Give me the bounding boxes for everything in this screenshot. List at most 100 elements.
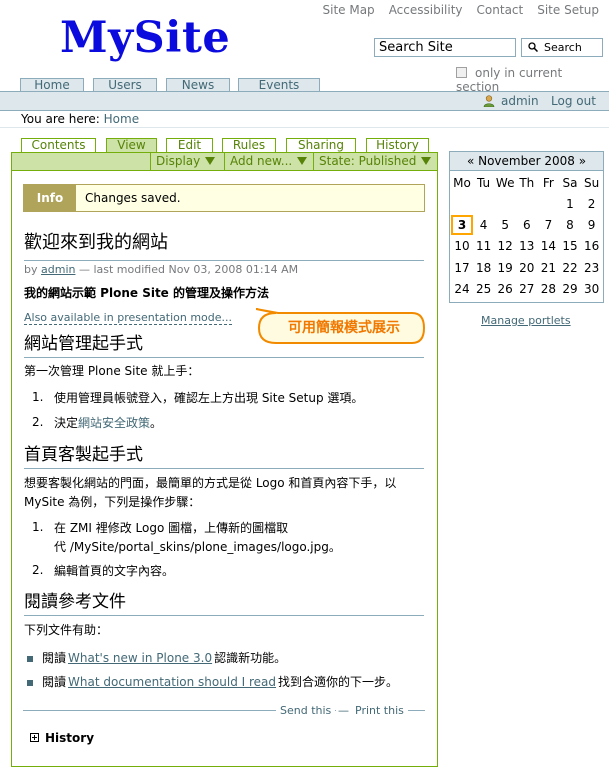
history-label: History [45, 731, 95, 745]
calendar-day: 29 [562, 281, 578, 296]
whats-new-link[interactable]: What's new in Plone 3.0 [68, 651, 212, 665]
search-button[interactable]: Search [521, 38, 603, 57]
print-this-link[interactable]: Print this [351, 704, 408, 717]
only-current-checkbox[interactable] [456, 67, 467, 78]
calendar-day: 27 [519, 281, 535, 296]
calendar-day: 28 [540, 281, 557, 296]
section-intro: 第一次管理 Plone Site 就上手： [24, 364, 200, 378]
search-icon [528, 42, 538, 52]
calendar-day: 22 [562, 260, 578, 275]
display-menu[interactable]: Display [150, 152, 216, 171]
section-heading: 網站管理起手式 [24, 333, 424, 358]
calendar-day: 16 [583, 239, 600, 254]
dropdown-arrow-icon [205, 157, 216, 165]
calendar-day-name: Sa [562, 176, 578, 190]
send-this-link[interactable]: Send this [276, 704, 336, 717]
byline-author-link[interactable]: admin [41, 263, 75, 276]
search-input[interactable]: Search Site [374, 38, 516, 57]
site-action-site-setup[interactable]: Site Setup [537, 3, 599, 17]
calendar-day: 26 [497, 281, 513, 296]
section-intro: 下列文件有助： [24, 623, 109, 637]
calendar-header[interactable]: « November 2008 » [450, 152, 603, 171]
list-item-suffix: 認識新功能。 [214, 651, 287, 665]
calendar-day-name: We [495, 176, 515, 190]
breadcrumb: You are here: Home [21, 112, 139, 126]
list-item-prefix: 閱讀 [42, 675, 67, 689]
tab-home[interactable]: Home [20, 78, 84, 92]
add-new-menu-label: Add new... [230, 154, 293, 168]
tab-view[interactable]: View [106, 138, 157, 152]
calendar-day: 8 [566, 218, 574, 233]
list-item-suffix: 找到合適你的下一步。 [278, 675, 399, 689]
calendar-day-name: Th [519, 176, 535, 190]
personal-bar: admin Log out [0, 92, 609, 111]
list-item: 在 ZMI 裡修改 Logo 圖檔，上傳新的圖檔取 [54, 521, 289, 535]
state-menu-label: State: Published [319, 154, 417, 168]
calendar-day: 12 [497, 239, 513, 254]
calendar-day: 5 [501, 218, 509, 233]
state-menu[interactable]: State: Published [313, 152, 432, 171]
calendar-day: 18 [475, 260, 492, 275]
page-title: 歡迎來到我的網站 [24, 230, 424, 261]
site-action-site-map[interactable]: Site Map [323, 3, 375, 17]
calendar-day: 25 [475, 281, 492, 296]
history-toggle[interactable]: History [30, 731, 94, 745]
tab-news[interactable]: News [166, 78, 230, 92]
expand-icon [30, 733, 39, 742]
bullet-icon [27, 680, 33, 686]
user-icon [483, 95, 495, 107]
section-heading: 首頁客製起手式 [24, 444, 424, 469]
calendar-day-name: Mo [453, 176, 471, 190]
user-link[interactable]: admin [501, 94, 539, 108]
list-number: 1. [32, 520, 44, 534]
only-current-label: only in current section [456, 66, 563, 94]
status-message: Info Changes saved. [23, 184, 425, 212]
calendar-day-name: Tu [477, 176, 491, 190]
document-description: 我的網站示範 Plone Site 的管理及操作方法 [24, 286, 269, 300]
tab-edit[interactable]: Edit [166, 138, 213, 152]
documentation-link[interactable]: What documentation should I read [68, 675, 276, 689]
security-policy-link[interactable]: 網站安全政策 [78, 416, 150, 430]
tab-history[interactable]: History [366, 138, 429, 152]
site-logo[interactable]: MySite [60, 10, 230, 66]
calendar-day-name: Su [583, 176, 600, 190]
calendar-day: 10 [454, 239, 470, 254]
calendar-day: 11 [475, 239, 492, 254]
section-heading: 閱讀參考文件 [24, 591, 424, 616]
display-menu-label: Display [156, 154, 201, 168]
list-number: 2. [32, 563, 44, 577]
tab-contents[interactable]: Contents [21, 138, 96, 152]
manage-portlets-link[interactable]: Manage portlets [481, 314, 571, 327]
calendar-day: 23 [583, 260, 600, 275]
calendar-day: 9 [587, 218, 596, 233]
dash-separator: — [336, 704, 351, 717]
site-action-accessibility[interactable]: Accessibility [389, 3, 463, 17]
list-number: 2. [32, 415, 44, 429]
tab-users[interactable]: Users [93, 78, 157, 92]
calendar-day: 19 [497, 260, 513, 275]
tab-sharing[interactable]: Sharing [286, 138, 356, 152]
calendar-day: 14 [540, 239, 557, 254]
calendar-portlet: « November 2008 » Mo Tu We Th Fr Sa Su 1 2 3 4 5 6 7 8… [449, 151, 604, 303]
list-item: 閱讀 What documentation should I read 找到合適你的… [42, 674, 398, 691]
calendar-day: 20 [519, 260, 535, 275]
list-item-prefix: 決定 [54, 416, 79, 430]
list-item: 代 /MySite/portal_skins/plone_images/logo… [54, 540, 341, 554]
tab-rules[interactable]: Rules [222, 138, 276, 152]
document-actions: Send this — Print this [23, 704, 425, 717]
add-new-menu[interactable]: Add new... [224, 152, 308, 171]
section-intro: MySite 為例，下列是操作步驟： [24, 495, 201, 509]
presentation-mode-link[interactable]: Also available in presentation mode... [24, 311, 233, 325]
calendar-day: 13 [519, 239, 535, 254]
calendar-day: 2 [587, 197, 596, 211]
list-item: 編輯首頁的文字內容。 [54, 564, 175, 578]
calendar-day-name: Fr [542, 176, 554, 190]
calendar-day: 24 [454, 281, 470, 296]
document-byline: by admin — last modified Nov 03, 2008 01… [24, 263, 298, 276]
only-current-section[interactable]: only in current section [456, 66, 609, 94]
breadcrumb-home[interactable]: Home [104, 112, 139, 126]
site-action-contact[interactable]: Contact [477, 3, 524, 17]
tab-events[interactable]: Events [238, 78, 320, 92]
logout-link[interactable]: Log out [551, 94, 596, 108]
list-item: 閱讀 What's new in Plone 3.0 認識新功能。 [42, 650, 286, 667]
